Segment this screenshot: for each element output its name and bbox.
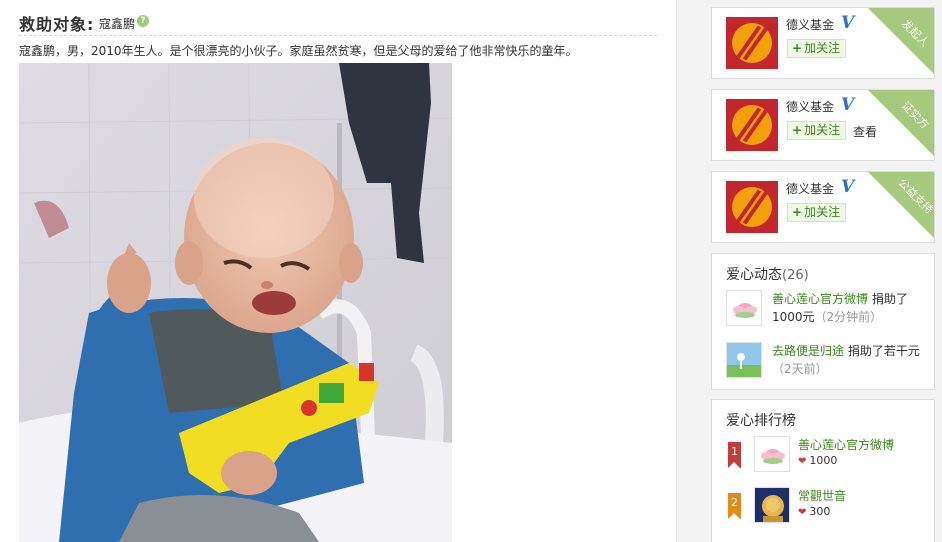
heart-icon: ❤ <box>798 456 807 467</box>
buddha-icon[interactable] <box>754 487 790 523</box>
rank-badge: 1 <box>728 442 741 468</box>
follow-button[interactable]: + 加关注 <box>787 121 847 140</box>
role-ribbon: 证实方 <box>868 90 934 156</box>
page-title: 救助对象: <box>19 15 95 34</box>
role-ribbon: 公益支持 <box>868 172 934 238</box>
rank-badge: 2 <box>728 493 741 519</box>
donation-detail: 1000元（2分钟前） <box>772 310 883 324</box>
beneficiary-name-link[interactable]: 寇鑫鹏 <box>99 15 135 32</box>
activity-card: 爱心动态(26) 善心莲心官方微博 捐助了 1000元（2分钟前） 去路便是归途… <box>711 253 935 390</box>
verified-icon: V <box>841 177 855 197</box>
verified-icon: V <box>841 95 855 115</box>
org-card-verifier: 德义基金 V + 加关注 查看 证实方 <box>711 89 935 161</box>
org-name-link[interactable]: 德义基金 <box>786 98 834 115</box>
org-logo[interactable] <box>726 181 778 233</box>
ranking-title: 爱心排行榜 <box>726 413 796 429</box>
lotus-icon[interactable] <box>726 290 762 326</box>
org-card-support: 德义基金 V + 加关注 公益支持 <box>711 171 935 243</box>
ranking-card: 爱心排行榜 1 善心莲心官方微博 ❤ 1000 2 常觀世音 ❤ 300 <box>711 399 935 542</box>
plus-icon: + <box>792 41 803 55</box>
beneficiary-description: 寇鑫鹏，男，2010年生人。是个很漂亮的小伙子。家庭虽然贫寒，但是父母的爱给了他… <box>19 44 578 58</box>
org-logo[interactable] <box>726 17 778 69</box>
plus-icon: + <box>792 123 803 137</box>
follow-button[interactable]: + 加关注 <box>787 39 847 58</box>
help-icon[interactable]: ? <box>137 15 149 27</box>
donation-amount: ❤ 1000 <box>798 454 838 467</box>
activity-title: 爱心动态(26) <box>726 267 809 283</box>
org-name-link[interactable]: 德义基金 <box>786 180 834 197</box>
donor-link[interactable]: 常觀世音 <box>798 487 846 504</box>
main-content: 救助对象: 寇鑫鹏 ? 寇鑫鹏，男，2010年生人。是个很漂亮的小伙子。家庭虽然… <box>0 0 676 542</box>
landscape-icon[interactable] <box>726 342 762 378</box>
donor-link[interactable]: 善心莲心官方微博 捐助了 <box>772 290 908 307</box>
project-title-row: 救助对象: 寇鑫鹏 ? <box>19 10 657 36</box>
org-logo[interactable] <box>726 99 778 151</box>
donation-detail: （2天前） <box>772 362 828 376</box>
lotus-icon[interactable] <box>754 436 790 472</box>
table-row: 1 善心莲心官方微博 ❤ 1000 <box>726 436 926 476</box>
follow-button[interactable]: + 加关注 <box>787 203 847 222</box>
role-ribbon: 发起人 <box>868 8 934 74</box>
donor-link[interactable]: 去路便是归途 捐助了若干元 <box>772 342 920 359</box>
table-row: 2 常觀世音 ❤ 300 <box>726 487 926 527</box>
org-name-link[interactable]: 德义基金 <box>786 16 834 33</box>
donation-amount: ❤ 300 <box>798 505 831 518</box>
heart-icon: ❤ <box>798 507 807 518</box>
beneficiary-photo <box>19 63 452 542</box>
plus-icon: + <box>792 205 803 219</box>
org-card-initiator: 德义基金 V + 加关注 发起人 <box>711 7 935 79</box>
donor-link[interactable]: 善心莲心官方微博 <box>798 436 894 453</box>
verified-icon: V <box>841 13 855 33</box>
